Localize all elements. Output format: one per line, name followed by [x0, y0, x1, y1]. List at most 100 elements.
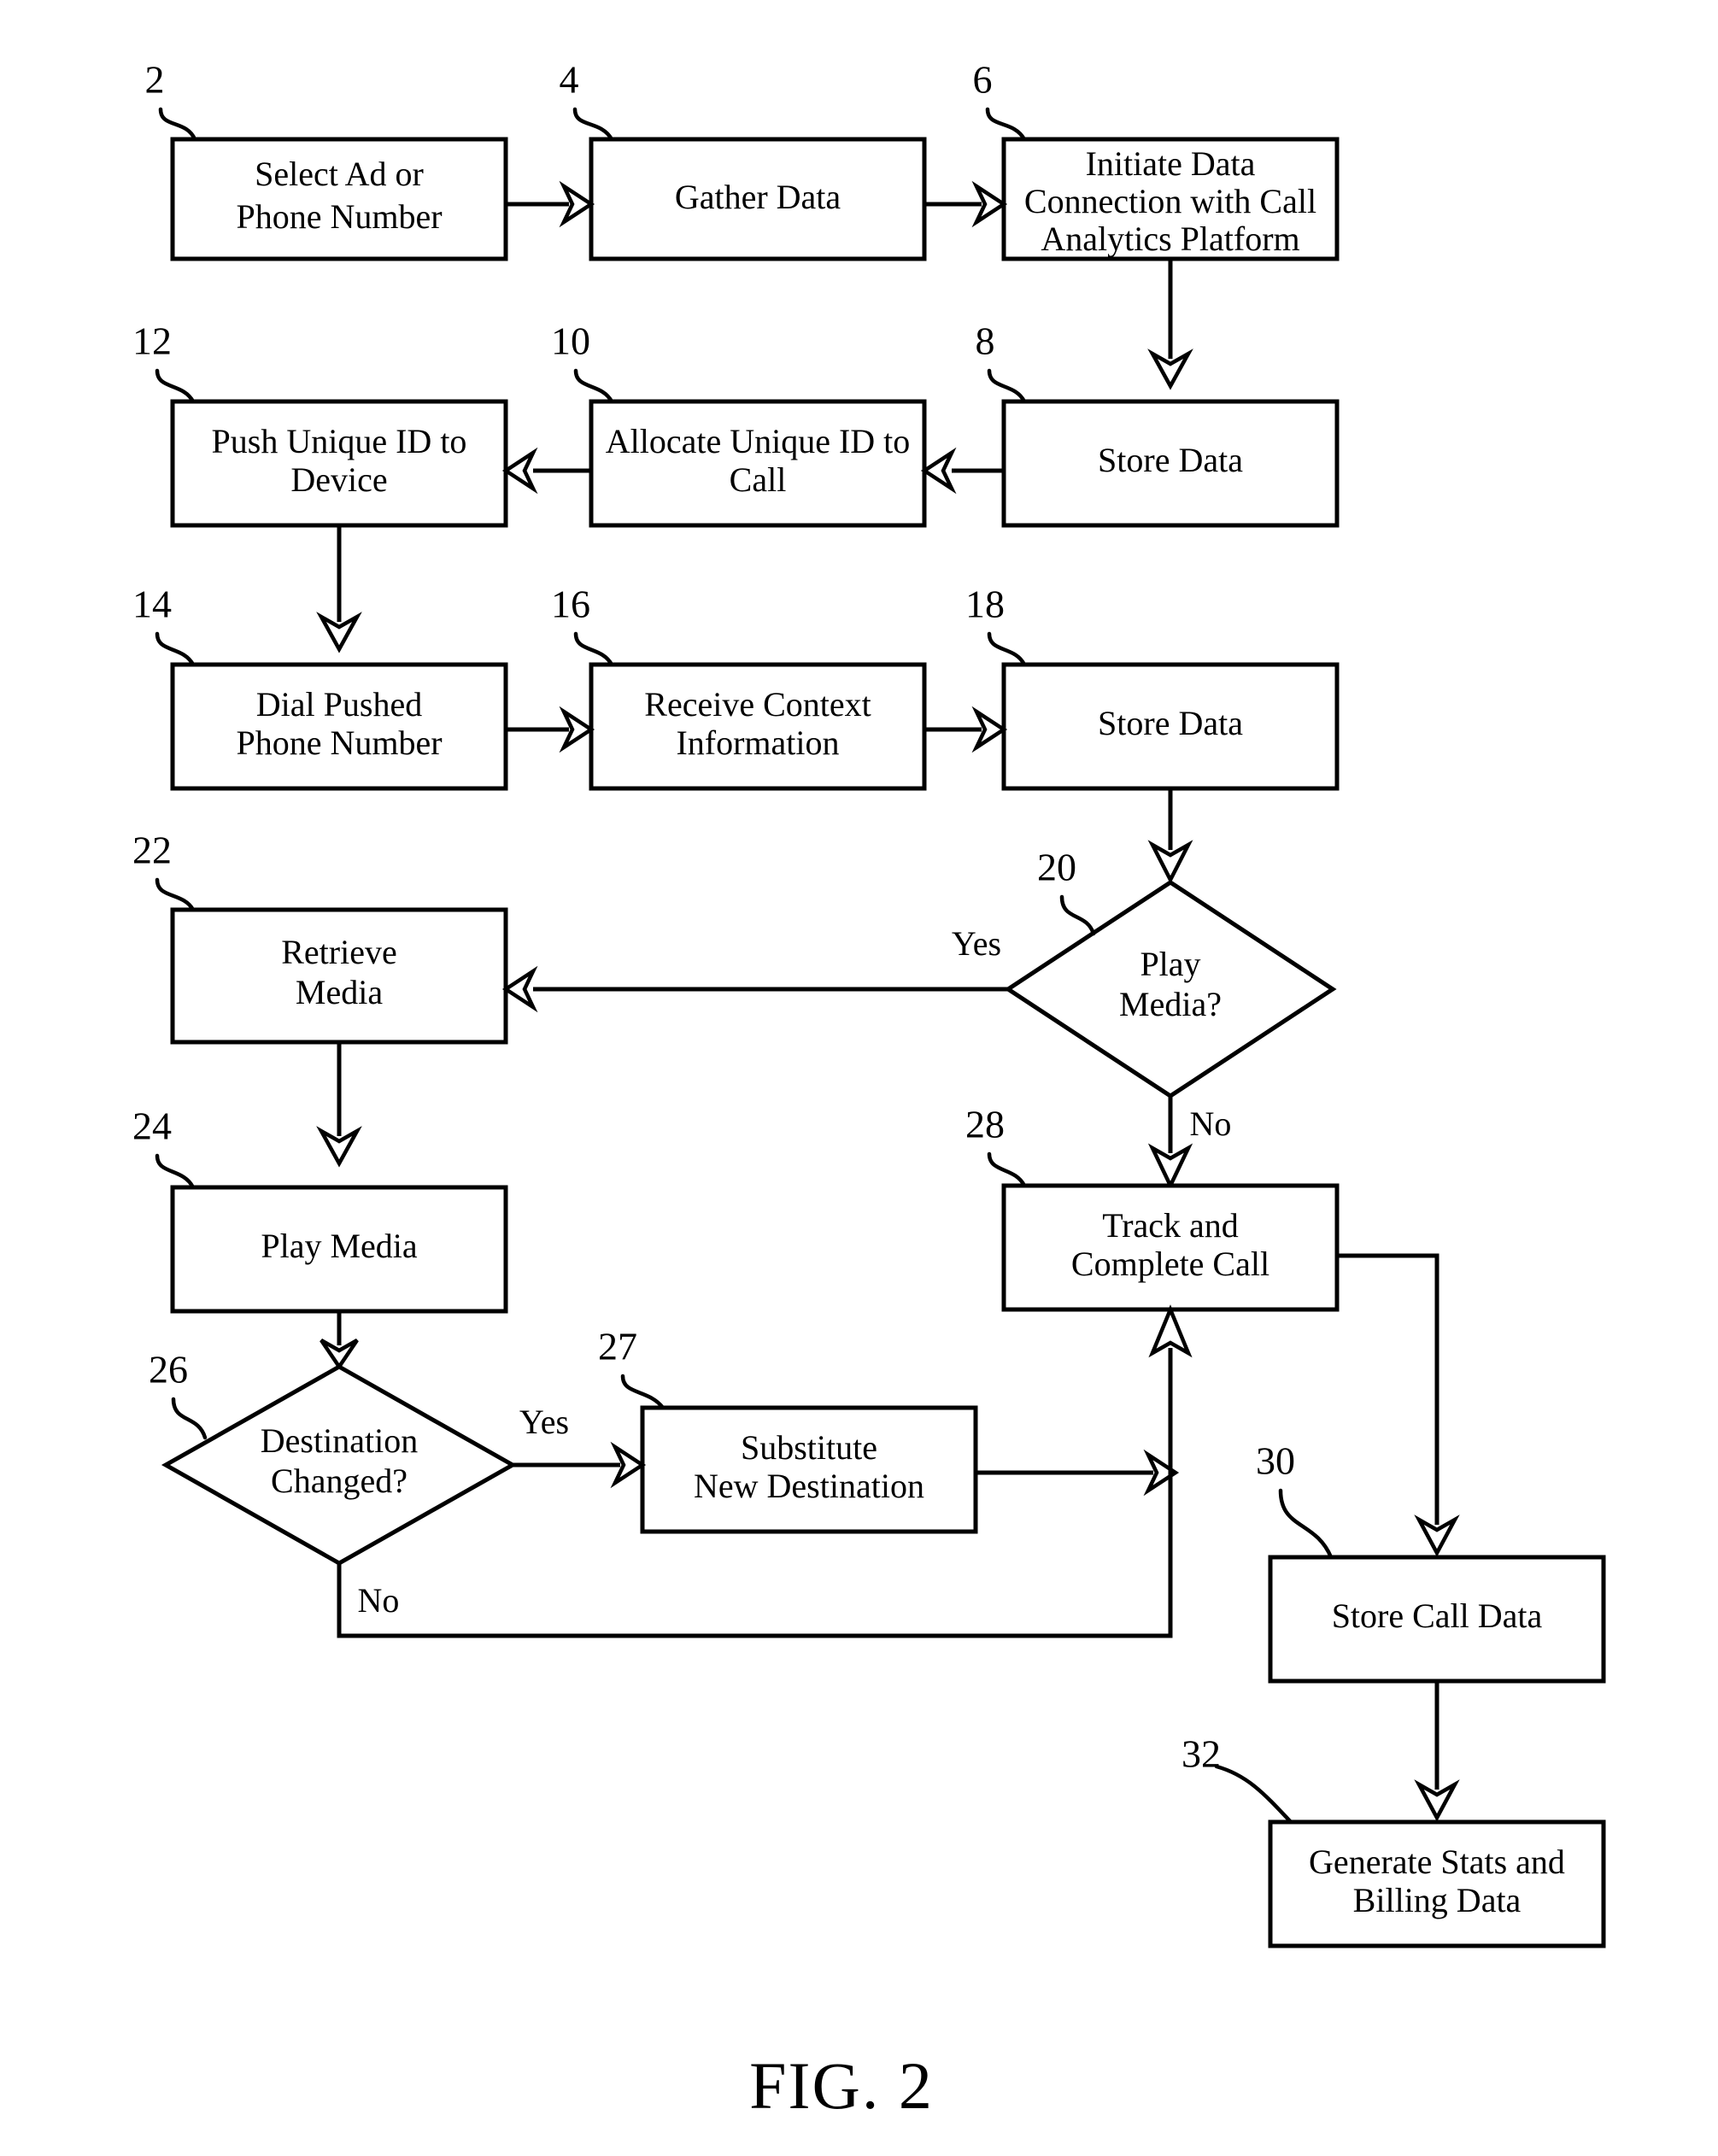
node-label-line: Destination	[261, 1421, 418, 1460]
node-label-line: Media	[296, 973, 383, 1011]
node-push-unique-id-to-device[interactable]: Push Unique ID to Device	[170, 399, 508, 528]
node-gather-data[interactable]: Gather Data	[589, 137, 927, 261]
edge-store-data-18-to-play-media-decision	[1147, 788, 1193, 884]
node-label-line: Phone Number	[236, 197, 442, 236]
edge-gather-to-initiate	[924, 180, 1008, 228]
ref-callout-18: 18	[965, 583, 1027, 667]
leader-line	[158, 107, 197, 142]
ref-callout-4: 4	[560, 58, 614, 142]
node-label-line: Track and	[1102, 1206, 1239, 1245]
ref-callout-26: 26	[149, 1348, 208, 1440]
node-label-line: Information	[676, 724, 839, 762]
leader-line	[573, 368, 614, 404]
node-label-line: Billing Data	[1353, 1881, 1522, 1919]
node-dial-pushed-phone-number[interactable]: Dial Pushed Phone Number	[170, 662, 508, 791]
ref-number: 32	[1181, 1732, 1221, 1776]
node-store-call-data[interactable]: Store Call Data	[1268, 1555, 1606, 1684]
node-initiate-data-connection[interactable]: Initiate Data Connection with Call Analy…	[1001, 137, 1340, 261]
edge-label-no: No	[1190, 1104, 1232, 1143]
ref-callout-24: 24	[132, 1104, 196, 1190]
edge-initiate-to-store-data-8	[1147, 259, 1193, 390]
flowchart-canvas: Select Ad or Phone Number 2 Gather Data …	[132, 58, 1606, 2123]
figure-caption: FIG. 2	[749, 2048, 934, 2123]
ref-number: 30	[1256, 1439, 1295, 1483]
edge-allocate-to-push	[501, 447, 591, 495]
edge-play-media-no-to-track: No	[1147, 1096, 1232, 1191]
edge-store-data-8-to-allocate	[920, 447, 1004, 495]
ref-number: 16	[551, 583, 590, 626]
ref-callout-20: 20	[1037, 846, 1096, 936]
node-allocate-unique-id[interactable]: Allocate Unique ID to Call	[589, 399, 927, 528]
ref-callout-8: 8	[976, 319, 1027, 404]
node-label-line: Complete Call	[1071, 1245, 1269, 1283]
arrowhead	[920, 447, 957, 495]
edge-store-call-data-to-generate-stats	[1414, 1681, 1460, 1822]
arrowhead	[1147, 1143, 1193, 1191]
leader-line	[987, 631, 1027, 667]
ref-number: 24	[132, 1104, 172, 1148]
node-label-line: Substitute	[741, 1428, 877, 1467]
node-label-line: Call	[730, 460, 787, 499]
node-label-line: Receive Context	[644, 685, 871, 724]
node-label-line: Media?	[1119, 985, 1222, 1023]
node-label-line: Phone Number	[236, 724, 442, 762]
ref-callout-2: 2	[145, 58, 197, 142]
edge-substitute-to-track	[976, 1449, 1180, 1497]
arrowhead	[501, 965, 538, 1013]
edge-play-media-to-destination-decision	[320, 1311, 359, 1371]
node-label-line: Allocate Unique ID to	[606, 422, 911, 460]
node-store-data-18[interactable]: Store Data	[1001, 662, 1340, 791]
edge-label-yes: Yes	[952, 924, 1001, 963]
node-label-line: New Destination	[694, 1467, 924, 1505]
node-track-and-complete-call[interactable]: Track and Complete Call	[1001, 1183, 1340, 1312]
ref-number: 4	[560, 58, 579, 102]
arrowhead	[1147, 840, 1193, 884]
edge-track-to-store-call-data	[1337, 1253, 1460, 1557]
ref-number: 20	[1037, 846, 1076, 889]
node-label-line: Gather Data	[675, 178, 841, 216]
node-label-line: Dial Pushed	[256, 685, 422, 724]
node-label-line: Play	[1140, 945, 1200, 983]
leader-line	[1214, 1764, 1293, 1825]
leader-line	[985, 107, 1027, 142]
ref-number: 22	[132, 829, 172, 872]
node-label-line: Generate Stats and	[1309, 1843, 1565, 1881]
ref-callout-12: 12	[132, 319, 196, 404]
ref-number: 8	[976, 319, 995, 363]
node-label-line: Select Ad or	[255, 155, 424, 193]
node-label-line: Play Media	[261, 1227, 418, 1265]
node-generate-stats-and-billing-data[interactable]: Generate Stats and Billing Data	[1268, 1819, 1606, 1948]
leader-line	[987, 368, 1027, 404]
edge-label-no: No	[358, 1581, 400, 1620]
node-substitute-new-destination[interactable]: Substitute New Destination	[640, 1405, 978, 1534]
ref-number: 10	[551, 319, 590, 363]
node-label-line: Retrieve	[281, 933, 397, 971]
node-label-line: Store Call Data	[1332, 1596, 1543, 1635]
node-play-media[interactable]: Play Media	[170, 1185, 508, 1314]
ref-callout-30: 30	[1256, 1439, 1334, 1560]
ref-callout-27: 27	[598, 1325, 666, 1410]
node-label-line: Changed?	[271, 1462, 408, 1500]
edge-line	[1337, 1253, 1439, 1525]
ref-callout-32: 32	[1181, 1732, 1293, 1825]
ref-number: 26	[149, 1348, 188, 1391]
leader-line	[155, 877, 196, 912]
node-receive-context-information[interactable]: Receive Context Information	[589, 662, 927, 791]
ref-number: 12	[132, 319, 172, 363]
node-label-line: Analytics Platform	[1041, 220, 1299, 258]
node-retrieve-media[interactable]: Retrieve Media	[170, 907, 508, 1045]
ref-callout-28: 28	[965, 1103, 1027, 1188]
ref-number: 18	[965, 583, 1005, 626]
edge-label-yes: Yes	[519, 1403, 569, 1441]
node-destination-changed-decision[interactable]: Destination Changed?	[161, 1364, 518, 1566]
ref-number: 2	[145, 58, 165, 102]
node-select-ad-or-phone-number[interactable]: Select Ad or Phone Number	[170, 137, 508, 261]
leader-line	[573, 631, 614, 667]
node-store-data-8[interactable]: Store Data	[1001, 399, 1340, 528]
leader-line	[620, 1374, 666, 1410]
node-label-line: Push Unique ID to	[212, 422, 467, 460]
edge-destination-yes-to-substitute: Yes	[513, 1403, 647, 1489]
leader-line	[987, 1151, 1027, 1188]
node-play-media-decision[interactable]: Play Media?	[1004, 880, 1337, 1099]
leader-line	[155, 1153, 196, 1190]
